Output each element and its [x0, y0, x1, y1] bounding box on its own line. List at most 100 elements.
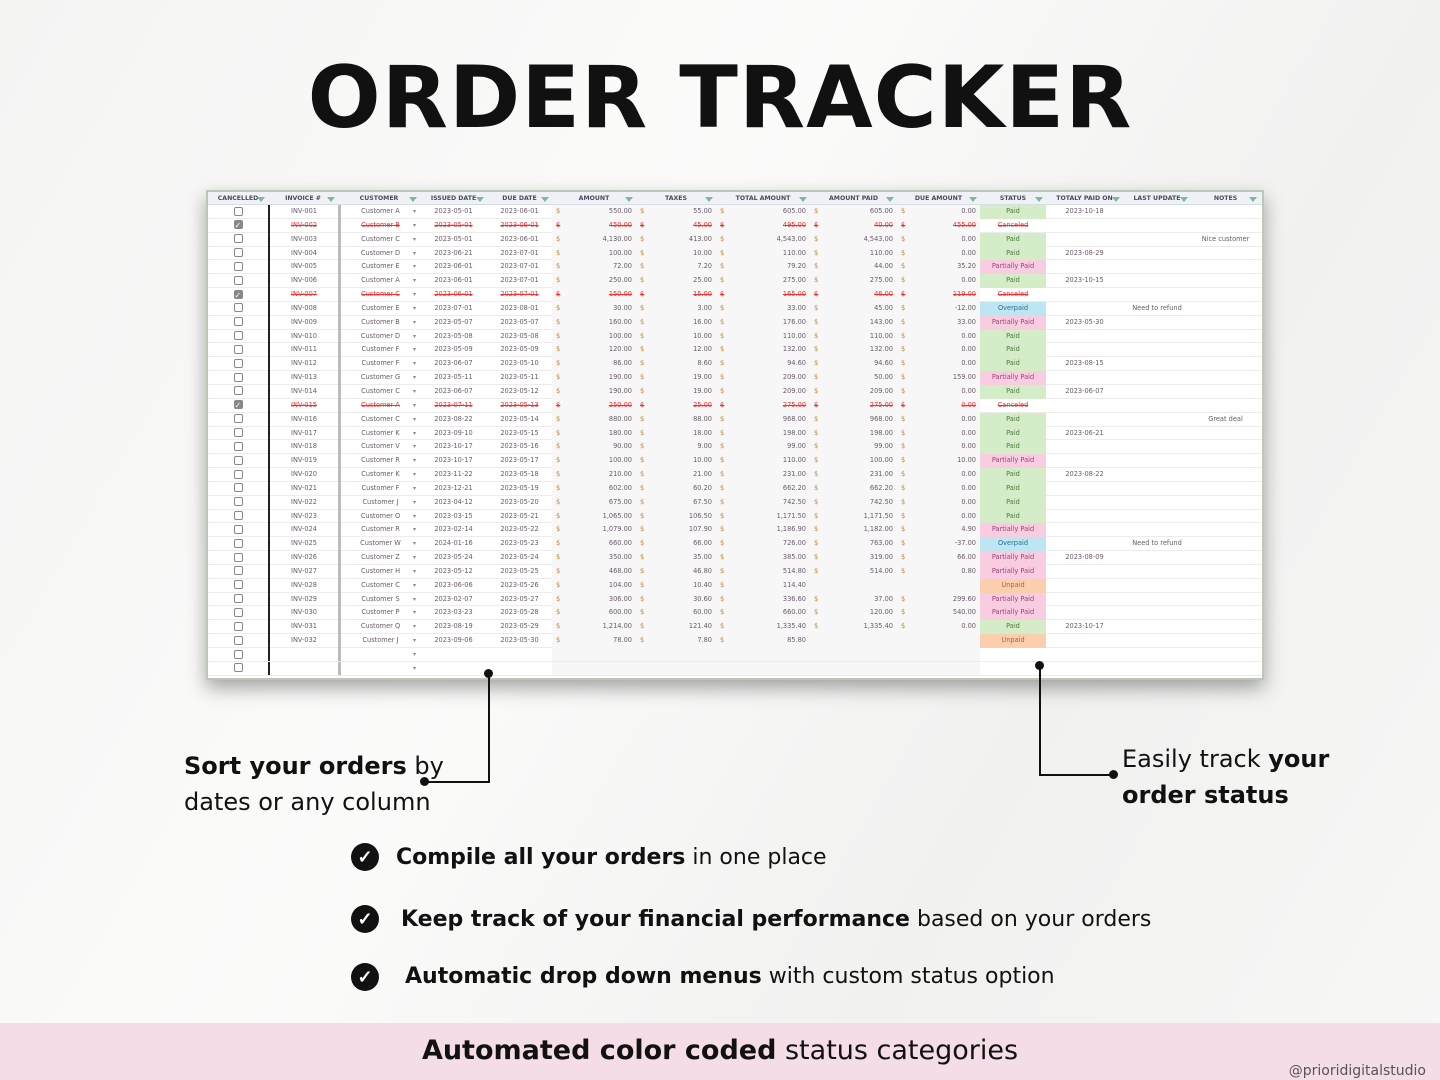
status-badge[interactable]: Canceled [980, 288, 1046, 302]
column-header-notes[interactable]: NOTES [1191, 195, 1260, 202]
column-header-invoice[interactable]: INVOICE # [268, 195, 338, 202]
checkbox[interactable] [233, 663, 243, 673]
customer-dropdown[interactable]: Customer Z [338, 551, 420, 565]
cancelled-checkbox-cell[interactable] [208, 233, 268, 247]
checkbox[interactable] [233, 552, 243, 562]
cancelled-checkbox-cell[interactable] [208, 399, 268, 413]
cancelled-checkbox-cell[interactable] [208, 662, 268, 675]
customer-dropdown[interactable]: Customer K [338, 426, 420, 441]
column-header-issued-date[interactable]: ISSUED DATE [420, 195, 487, 202]
customer-dropdown[interactable]: Customer C [338, 384, 420, 399]
checkbox[interactable] [233, 372, 243, 382]
cancelled-checkbox-cell[interactable] [208, 523, 268, 537]
status-badge[interactable]: Paid [980, 509, 1046, 524]
checkbox[interactable] [233, 289, 243, 302]
checkbox[interactable] [233, 219, 243, 233]
cancelled-checkbox-cell[interactable] [208, 385, 268, 399]
checkbox[interactable] [233, 234, 243, 244]
customer-dropdown[interactable]: Customer J [338, 634, 420, 648]
cancelled-checkbox-cell[interactable] [208, 247, 268, 261]
column-header-cancelled[interactable]: CANCELLED [208, 195, 268, 202]
customer-dropdown[interactable]: Customer C [338, 232, 420, 247]
cancelled-checkbox-cell[interactable] [208, 593, 268, 607]
status-badge[interactable]: Paid [980, 620, 1046, 635]
customer-dropdown[interactable]: Customer A [338, 205, 420, 219]
checkbox[interactable] [233, 524, 243, 534]
checkbox[interactable] [233, 358, 243, 368]
checkbox[interactable] [233, 538, 243, 548]
customer-dropdown[interactable]: Customer F [338, 481, 420, 496]
status-badge[interactable]: Canceled [980, 219, 1046, 233]
status-badge[interactable]: Unpaid [980, 578, 1046, 593]
checkbox[interactable] [233, 649, 243, 659]
checkbox[interactable] [233, 386, 243, 396]
checkbox[interactable] [233, 344, 243, 354]
status-badge[interactable]: Paid [980, 274, 1046, 289]
checkbox[interactable] [233, 511, 243, 521]
status-badge[interactable]: Overpaid [980, 537, 1046, 552]
customer-dropdown[interactable]: Customer B [338, 218, 420, 233]
status-badge[interactable]: Partially Paid [980, 592, 1046, 607]
status-badge[interactable]: Paid [980, 468, 1046, 482]
customer-dropdown[interactable]: Customer S [338, 592, 420, 607]
checkbox[interactable] [233, 441, 243, 451]
status-badge[interactable]: Paid [980, 412, 1046, 427]
checkbox[interactable] [233, 594, 243, 604]
status-badge[interactable]: Paid [980, 246, 1046, 261]
customer-dropdown[interactable]: Customer C [338, 412, 420, 427]
column-header-amount-paid[interactable]: AMOUNT PAID [810, 195, 897, 202]
cancelled-checkbox-cell[interactable] [208, 482, 268, 496]
cancelled-checkbox-cell[interactable] [208, 510, 268, 524]
cancelled-checkbox-cell[interactable] [208, 468, 268, 482]
checkbox[interactable] [233, 635, 243, 645]
cancelled-checkbox-cell[interactable] [208, 260, 268, 274]
cancelled-checkbox-cell[interactable] [208, 288, 268, 302]
checkbox[interactable] [233, 414, 243, 424]
cancelled-checkbox-cell[interactable] [208, 496, 268, 510]
customer-dropdown[interactable]: Customer H [338, 564, 420, 579]
cancelled-checkbox-cell[interactable] [208, 219, 268, 233]
cancelled-checkbox-cell[interactable] [208, 565, 268, 579]
column-header-total-amount[interactable]: TOTAL AMOUNT [716, 195, 810, 202]
column-header-taxes[interactable]: TAXES [636, 195, 716, 202]
cancelled-checkbox-cell[interactable] [208, 634, 268, 648]
status-badge[interactable]: Paid [980, 440, 1046, 455]
customer-dropdown[interactable]: Customer A [338, 398, 420, 413]
status-badge[interactable]: Paid [980, 426, 1046, 441]
cancelled-checkbox-cell[interactable] [208, 454, 268, 468]
status-badge[interactable] [980, 648, 1046, 661]
status-badge[interactable]: Paid [980, 343, 1046, 358]
customer-dropdown[interactable]: Customer G [338, 371, 420, 385]
cancelled-checkbox-cell[interactable] [208, 579, 268, 593]
status-badge[interactable]: Paid [980, 495, 1046, 510]
customer-dropdown[interactable]: Customer F [338, 343, 420, 358]
cancelled-checkbox-cell[interactable] [208, 343, 268, 357]
cancelled-checkbox-cell[interactable] [208, 606, 268, 620]
checkbox[interactable] [233, 483, 243, 493]
checkbox[interactable] [233, 303, 243, 313]
customer-dropdown[interactable]: Customer D [338, 246, 420, 261]
customer-dropdown[interactable]: Customer R [338, 454, 420, 469]
status-badge[interactable]: Paid [980, 329, 1046, 344]
cancelled-checkbox-cell[interactable] [208, 537, 268, 551]
status-badge[interactable]: Paid [980, 384, 1046, 399]
customer-dropdown[interactable]: Customer D [338, 329, 420, 344]
status-badge[interactable]: Paid [980, 232, 1046, 247]
customer-dropdown[interactable]: Customer O [338, 509, 420, 524]
status-badge[interactable]: Canceled [980, 399, 1046, 413]
status-badge[interactable]: Partially Paid [980, 315, 1046, 330]
customer-dropdown[interactable]: Customer B [338, 315, 420, 330]
customer-dropdown[interactable]: Customer A [338, 274, 420, 289]
column-header-due-date[interactable]: DUE DATE [487, 195, 552, 202]
customer-dropdown[interactable]: Customer R [338, 523, 420, 538]
checkbox[interactable] [233, 399, 243, 413]
customer-dropdown[interactable]: Customer K [338, 468, 420, 482]
status-badge[interactable]: Partially Paid [980, 260, 1046, 275]
checkbox[interactable] [233, 428, 243, 437]
cancelled-checkbox-cell[interactable] [208, 551, 268, 565]
checkbox[interactable] [233, 317, 243, 327]
cancelled-checkbox-cell[interactable] [208, 427, 268, 441]
customer-dropdown[interactable] [338, 661, 420, 675]
status-badge[interactable]: Partially Paid [980, 606, 1046, 621]
status-badge[interactable]: Partially Paid [980, 523, 1046, 538]
